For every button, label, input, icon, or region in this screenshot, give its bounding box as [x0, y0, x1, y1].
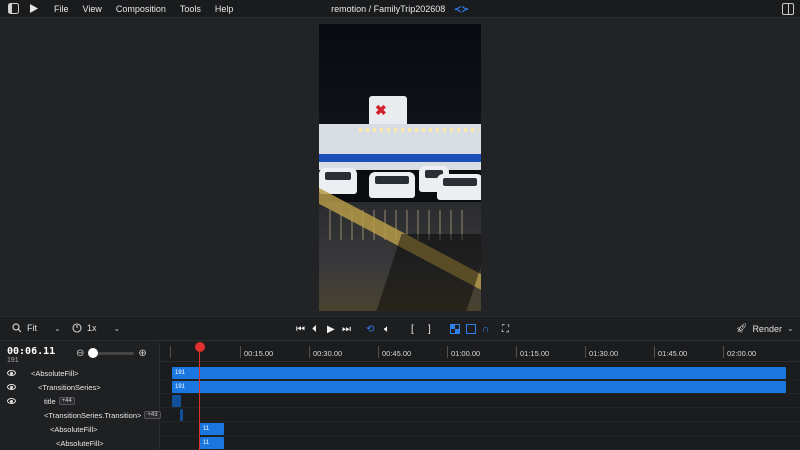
jump-to-start-button[interactable]: ⏮	[296, 323, 305, 335]
ruler-label: 00:45.00	[382, 349, 412, 358]
search-icon	[12, 323, 22, 333]
magnet-icon[interactable]: ∩	[482, 323, 489, 335]
fullscreen-icon[interactable]: ⛶	[502, 323, 509, 335]
track-row: 191	[160, 380, 800, 394]
layer-row[interactable]: <AbsoluteFill>	[0, 366, 160, 380]
transition-bar[interactable]	[180, 409, 183, 421]
timeline: 00:06.11 191 ⊖ ⊕ <AbsoluteFill> <Transit…	[0, 342, 800, 450]
sidebar-toggle-icon[interactable]	[6, 2, 20, 16]
speed-icon	[72, 323, 82, 333]
checkerboard-icon[interactable]	[450, 323, 460, 335]
eye-icon[interactable]	[7, 384, 16, 390]
next-frame-button[interactable]: ⏭︎	[342, 323, 351, 335]
layer-row[interactable]: title +44	[0, 394, 160, 408]
ruler-label: 00:30.00	[313, 349, 343, 358]
track-row	[160, 408, 800, 422]
fit-label: Fit	[27, 323, 37, 333]
layer-name: <AbsoluteFill>	[31, 368, 79, 378]
ruler-label: 02:00.00	[727, 349, 757, 358]
track-row: 11	[160, 422, 800, 436]
time-ruler[interactable]: 00:15.00 00:30.00 00:45.00 01:00.00 01:1…	[160, 342, 800, 362]
preview-canvas: ✖	[0, 18, 800, 316]
eye-icon[interactable]	[7, 398, 16, 404]
vscode-icon[interactable]: ≺≻	[454, 0, 469, 18]
video-preview: ✖	[319, 24, 481, 311]
sequence-bar[interactable]: 11	[200, 423, 224, 435]
right-panel-toggle-icon[interactable]	[782, 3, 794, 15]
layer-name: <TransitionSeries>	[38, 382, 101, 392]
render-label: Render	[752, 323, 782, 334]
track-row: 191	[160, 366, 800, 380]
safe-area-icon[interactable]	[466, 323, 476, 335]
menu-bar: File View Composition Tools Help remotio…	[0, 0, 800, 18]
zoom-in-icon[interactable]: ⊕	[138, 348, 146, 359]
layer-name: <TransitionSeries.Transition>	[44, 410, 142, 420]
chevron-down-icon: ⌄	[786, 324, 794, 333]
sequence-bar[interactable]: 191	[172, 367, 786, 379]
timeline-zoom: ⊖ ⊕	[76, 348, 147, 359]
zoom-out-icon[interactable]: ⊖	[76, 348, 84, 359]
play-button[interactable]: ▶	[327, 323, 335, 335]
playback-speed-dropdown[interactable]: 1x ⌄	[72, 323, 120, 333]
menu-help[interactable]: Help	[215, 4, 234, 14]
current-frame: 191	[7, 357, 19, 364]
sequence-bar[interactable]	[172, 395, 181, 407]
ruler-label: 00:15.00	[244, 349, 274, 358]
layer-row[interactable]: <TransitionSeries>	[0, 380, 160, 394]
track-row	[160, 394, 800, 408]
volume-icon[interactable]: 🔈︎	[384, 323, 390, 335]
speed-label: 1x	[87, 323, 97, 333]
current-timecode: 00:06.11	[7, 346, 56, 357]
ruler-label: 01:15.00	[520, 349, 550, 358]
track-row: 11	[160, 436, 800, 450]
playhead-handle[interactable]	[195, 342, 205, 352]
chevron-down-icon: ⌄	[113, 323, 121, 333]
chevron-down-icon: ⌄	[54, 323, 61, 333]
layer-row[interactable]: <AbsoluteFill>	[0, 422, 160, 436]
layer-name: <AbsoluteFill>	[50, 424, 98, 434]
sequence-bar[interactable]: 11	[200, 437, 224, 449]
layer-row[interactable]: <AbsoluteFill>	[0, 436, 160, 450]
out-point-button[interactable]: ]	[428, 323, 431, 335]
zoom-slider[interactable]	[88, 348, 135, 358]
layer-name: <AbsoluteFill>	[56, 438, 104, 448]
ruler-label: 01:00.00	[451, 349, 481, 358]
sequence-bar[interactable]: 191	[172, 381, 786, 393]
project-title: remotion / FamilyTrip202608	[331, 4, 446, 14]
playhead[interactable]	[199, 346, 200, 450]
menu-view[interactable]: View	[83, 4, 102, 14]
layer-list: 00:06.11 191 ⊖ ⊕ <AbsoluteFill> <Transit…	[0, 342, 161, 450]
ruler-label: 01:30.00	[589, 349, 619, 358]
menu-tools[interactable]: Tools	[180, 4, 201, 14]
preview-cars	[319, 164, 481, 204]
playback-controls: Fit ⌄ 1x ⌄ ⏮ ⏴︎ ▶ ⏭︎ ⟲ 🔈︎ [ ] ∩ ⛶ 🚀︎ Ren…	[0, 316, 800, 341]
timeline-tracks[interactable]: 00:15.00 00:30.00 00:45.00 01:00.00 01:1…	[160, 342, 800, 450]
render-button[interactable]: 🚀︎ Render ⌄	[736, 323, 794, 334]
remotion-logo-icon	[26, 2, 40, 16]
menu-file[interactable]: File	[54, 4, 69, 14]
in-point-button[interactable]: [	[411, 323, 414, 335]
layer-name: title	[44, 396, 56, 406]
zoom-fit-dropdown[interactable]: Fit ⌄	[12, 323, 61, 333]
layer-row[interactable]: <TransitionSeries.Transition> +43	[0, 408, 161, 422]
layer-count-badge: +44	[58, 397, 75, 405]
ruler-label: 01:45.00	[658, 349, 688, 358]
rocket-icon: 🚀︎	[736, 323, 748, 333]
eye-icon[interactable]	[7, 370, 16, 376]
previous-frame-button[interactable]: ⏴︎	[312, 323, 317, 335]
layer-count-badge: +43	[144, 411, 161, 419]
remotion-studio: File View Composition Tools Help remotio…	[0, 0, 800, 450]
loop-icon[interactable]: ⟲	[366, 323, 374, 335]
menu-composition[interactable]: Composition	[116, 4, 166, 14]
